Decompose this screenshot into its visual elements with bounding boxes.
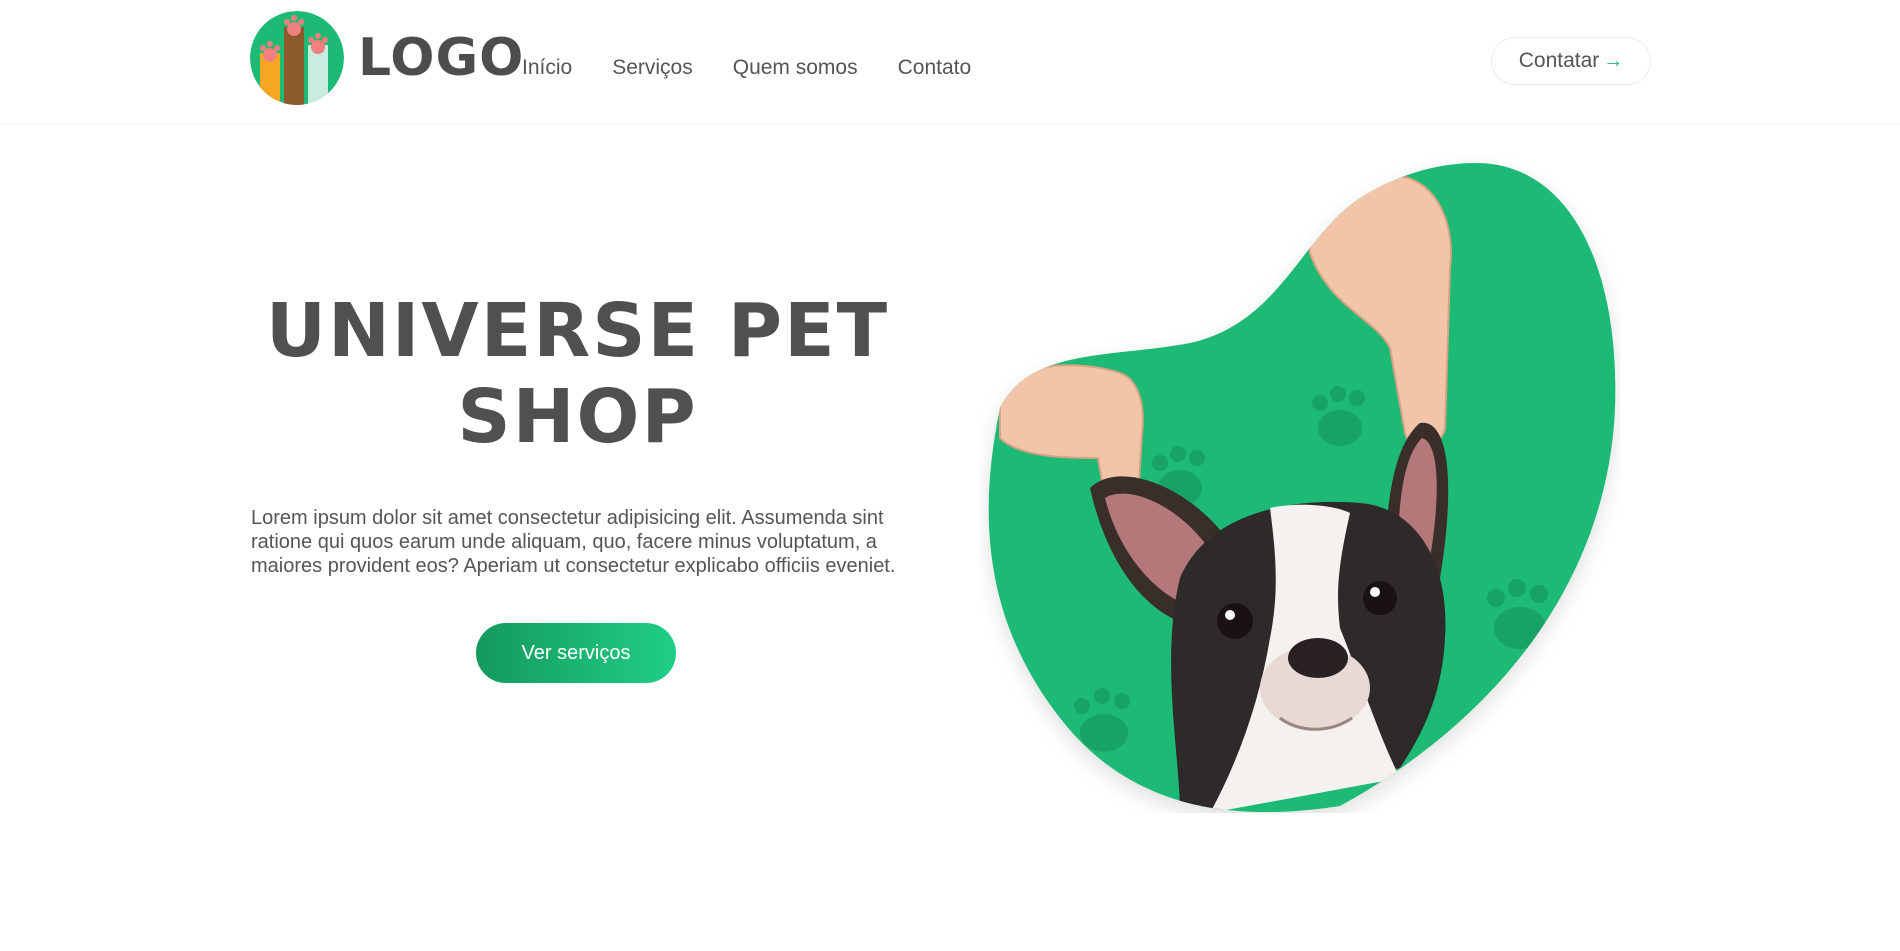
hero-description: Lorem ipsum dolor sit amet consectetur a… [251, 507, 896, 577]
site-header: LOGO Início Serviços Quem somos Contato … [0, 0, 1900, 125]
arrow-right-icon: → [1603, 49, 1624, 72]
hero-title: UNIVERSE PET SHOP [250, 288, 905, 460]
hero-title-line-2: SHOP [457, 374, 698, 460]
contact-button-label: Contatar [1518, 49, 1600, 72]
nav-item-contato[interactable]: Contato [898, 56, 972, 80]
paw-logo-icon [250, 11, 344, 105]
hero-title-line-1: UNIVERSE PET [265, 288, 890, 374]
nav-item-quem-somos[interactable]: Quem somos [733, 56, 858, 80]
services-button[interactable]: Ver serviços [476, 623, 676, 683]
logo-text: LOGO [358, 28, 525, 88]
nav-item-servicos[interactable]: Serviços [612, 56, 693, 80]
logo-link[interactable]: LOGO [250, 11, 524, 105]
hero-image [980, 158, 1620, 813]
contact-button[interactable]: Contatar → [1491, 37, 1651, 85]
main-nav: Início Serviços Quem somos Contato [522, 56, 971, 80]
nav-item-inicio[interactable]: Início [522, 56, 572, 80]
